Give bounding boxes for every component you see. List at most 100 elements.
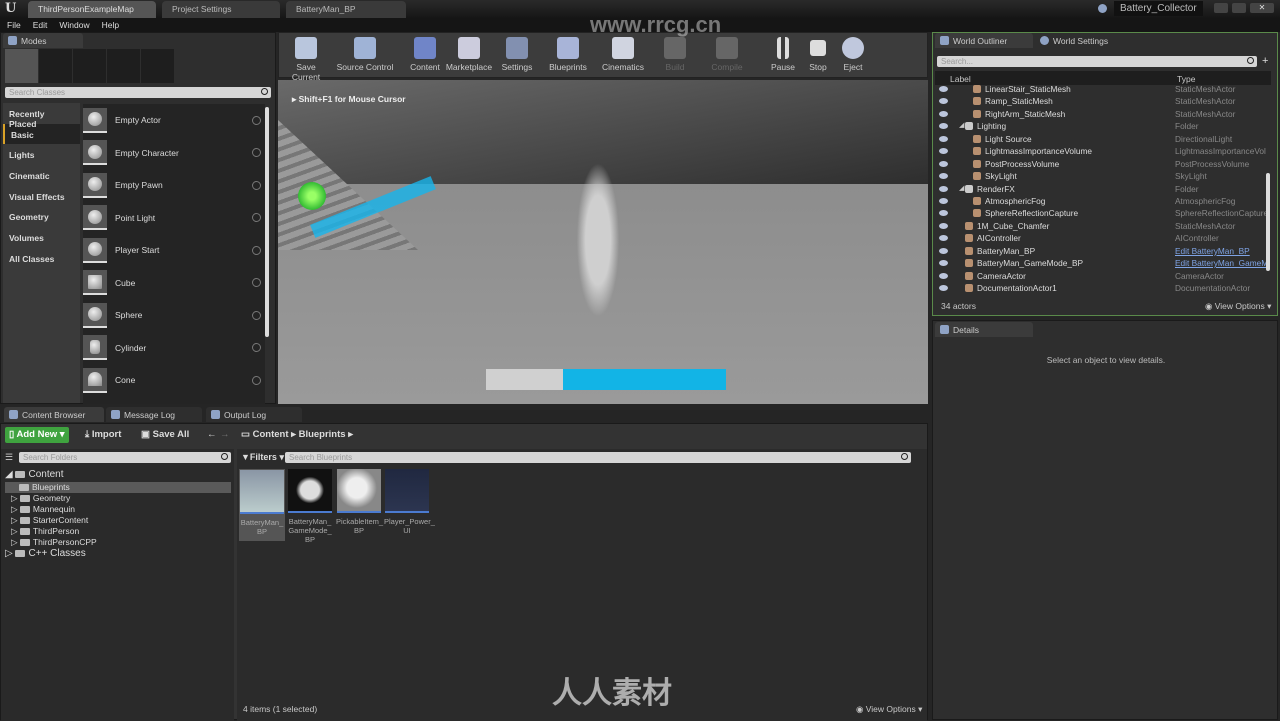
visibility-eye-icon[interactable] <box>939 135 948 142</box>
add-folder-icon[interactable]: + <box>1262 55 1268 67</box>
tree-item-blueprints[interactable]: Blueprints <box>5 482 231 493</box>
add-new-button[interactable]: ▯ Add New ▾ <box>5 427 69 443</box>
outliner-row[interactable]: CameraActor CameraActor <box>935 270 1271 282</box>
tab-content-browser[interactable]: Content Browser <box>4 407 104 422</box>
class-item[interactable]: Empty Pawn <box>83 169 265 202</box>
breadcrumb-content[interactable]: Content <box>253 429 289 440</box>
outliner-row[interactable]: ◢ RenderFX Folder <box>935 183 1271 195</box>
help-icon[interactable] <box>252 310 261 320</box>
tree-item[interactable]: ▷ StarterContent <box>5 515 231 526</box>
content-view-options[interactable]: ◉ View Options ▾ <box>856 704 922 715</box>
outliner-row[interactable]: SkyLight SkyLight <box>935 170 1271 182</box>
menu-edit[interactable]: Edit <box>33 20 48 30</box>
visibility-eye-icon[interactable] <box>939 247 948 254</box>
visibility-eye-icon[interactable] <box>939 123 948 130</box>
outliner-row[interactable]: 1M_Cube_Chamfer StaticMeshActor <box>935 220 1271 232</box>
tab-project-settings[interactable]: Project Settings <box>162 1 280 18</box>
help-icon[interactable] <box>252 213 261 223</box>
foliage-mode-button[interactable] <box>107 49 140 83</box>
pause-button[interactable]: Pause <box>769 33 797 77</box>
visibility-eye-icon[interactable] <box>939 260 948 267</box>
tab-map[interactable]: ThirdPersonExampleMap <box>28 1 156 18</box>
help-icon[interactable] <box>252 148 261 158</box>
outliner-row[interactable]: SphereReflectionCapture SphereReflectionC… <box>935 207 1271 219</box>
modes-tab[interactable]: Modes <box>3 33 83 48</box>
outliner-row[interactable]: BatteryMan_BP Edit BatteryMan_BP <box>935 245 1271 257</box>
geometry-mode-button[interactable] <box>141 49 174 83</box>
close-button[interactable]: ✕ <box>1250 3 1274 13</box>
outliner-row[interactable]: Ramp_StaticMesh StaticMeshActor <box>935 95 1271 107</box>
class-item[interactable]: Cylinder <box>83 332 265 365</box>
visibility-eye-icon[interactable] <box>939 210 948 217</box>
category-volumes[interactable]: Volumes <box>3 227 80 248</box>
asset-player-power-ui[interactable]: Player_Power_ UI <box>384 469 435 535</box>
help-icon[interactable] <box>252 343 261 353</box>
search-blueprints-input[interactable]: Search Blueprints <box>285 452 911 463</box>
visibility-eye-icon[interactable] <box>939 272 948 279</box>
help-icon[interactable] <box>252 245 261 255</box>
visibility-eye-icon[interactable] <box>939 110 948 117</box>
filters-button[interactable]: ▼Filters ▾ <box>241 452 284 463</box>
stop-button[interactable]: Stop <box>805 33 831 77</box>
outliner-scrollbar[interactable] <box>1266 173 1270 271</box>
help-icon[interactable] <box>252 375 261 385</box>
place-mode-button[interactable] <box>5 49 38 83</box>
class-item[interactable]: Cone <box>83 364 265 397</box>
category-lights[interactable]: Lights <box>3 144 80 165</box>
category-all-classes[interactable]: All Classes <box>3 248 80 269</box>
cinematics-button[interactable]: Cinematics <box>599 33 647 77</box>
outliner-row[interactable]: LinearStair_StaticMesh StaticMeshActor <box>935 83 1271 95</box>
class-item[interactable]: Empty Character <box>83 137 265 170</box>
search-classes-input[interactable]: Search Classes <box>5 87 271 98</box>
marketplace-button[interactable]: Marketplace <box>445 33 493 77</box>
import-button[interactable]: ⤓ Import <box>81 427 125 443</box>
tab-world-settings[interactable]: World Settings <box>1035 33 1133 48</box>
eject-button[interactable]: Eject <box>839 33 867 77</box>
menu-help[interactable]: Help <box>102 20 119 30</box>
actor-type[interactable]: Edit BatteryMan_GameM <box>1175 258 1268 268</box>
toggle-sources-icon[interactable]: ☰ <box>5 452 13 463</box>
help-icon[interactable] <box>252 180 261 190</box>
landscape-mode-button[interactable] <box>73 49 106 83</box>
minimize-button[interactable] <box>1214 3 1228 13</box>
class-item[interactable]: Empty Actor <box>83 104 265 137</box>
tab-batteryman-bp[interactable]: BatteryMan_BP <box>286 1 406 18</box>
asset-batteryman-bp[interactable]: BatteryMan_ BP <box>239 469 285 541</box>
actor-type[interactable]: Edit BatteryMan_BP <box>1175 246 1250 256</box>
visibility-eye-icon[interactable] <box>939 148 948 155</box>
content-button[interactable]: Content <box>407 33 443 77</box>
outliner-row[interactable]: ◢ Lighting Folder <box>935 120 1271 132</box>
tab-details[interactable]: Details <box>935 322 1033 337</box>
category-geometry[interactable]: Geometry <box>3 206 80 227</box>
help-icon[interactable] <box>252 115 261 125</box>
visibility-eye-icon[interactable] <box>939 98 948 105</box>
save-current-button[interactable]: Save Current <box>282 33 330 82</box>
tree-item[interactable]: ▷ ThirdPersonCPP <box>5 537 231 548</box>
category-cinematic[interactable]: Cinematic <box>3 165 80 186</box>
visibility-eye-icon[interactable] <box>939 222 948 229</box>
breadcrumb-blueprints[interactable]: Blueprints <box>299 429 346 440</box>
tab-message-log[interactable]: Message Log <box>106 407 202 422</box>
outliner-row[interactable]: LightmassImportanceVolume LightmassImport… <box>935 145 1271 157</box>
outliner-search-input[interactable]: Search... <box>937 56 1257 67</box>
outliner-row[interactable]: RightArm_StaticMesh StaticMeshActor <box>935 108 1271 120</box>
class-item[interactable]: Point Light <box>83 202 265 235</box>
tab-output-log[interactable]: Output Log <box>206 407 302 422</box>
visibility-eye-icon[interactable] <box>939 197 948 204</box>
visibility-eye-icon[interactable] <box>939 235 948 242</box>
save-all-button[interactable]: ▣ Save All <box>137 427 193 443</box>
asset-pickableitem-bp[interactable]: PickableItem_ BP <box>336 469 383 535</box>
outliner-row[interactable]: Light Source DirectionalLight <box>935 133 1271 145</box>
tree-item[interactable]: ▷ Mannequin <box>5 504 231 515</box>
class-item[interactable]: Cube <box>83 267 265 300</box>
settings-button[interactable]: Settings <box>499 33 535 77</box>
maximize-button[interactable] <box>1232 3 1246 13</box>
tree-item-content[interactable]: ◢ Content <box>5 469 231 482</box>
visibility-eye-icon[interactable] <box>939 173 948 180</box>
viewport[interactable]: ▸ Shift+F1 for Mouse Cursor <box>278 80 928 404</box>
outliner-row[interactable]: DocumentationActor1 DocumentationActor <box>935 282 1271 294</box>
outliner-view-options[interactable]: ◉ View Options ▾ <box>1205 301 1271 312</box>
outliner-row[interactable]: AIController AIController <box>935 232 1271 244</box>
menu-file[interactable]: File <box>7 20 21 30</box>
visibility-eye-icon[interactable] <box>939 86 948 92</box>
